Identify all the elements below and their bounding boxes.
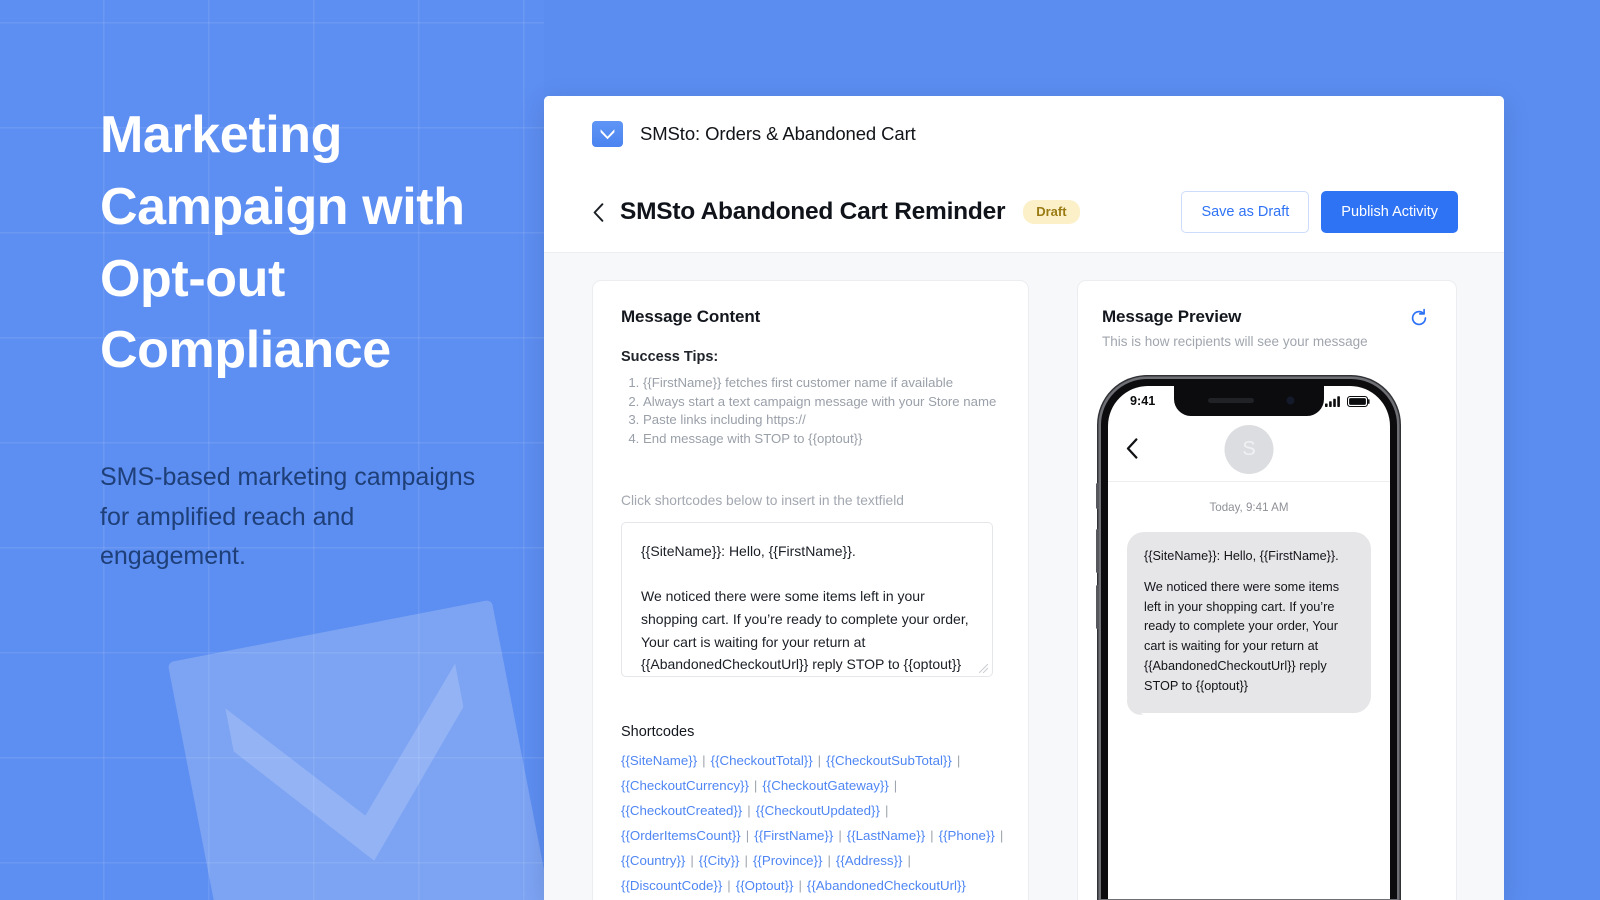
chevron-left-icon[interactable] bbox=[588, 200, 608, 224]
message-preview-subtitle: This is how recipients will see your mes… bbox=[1102, 334, 1368, 349]
message-preview-header: Message Preview This is how recipients w… bbox=[1102, 307, 1430, 349]
bubble-paragraph: {{SiteName}}: Hello, {{FirstName}}. bbox=[1144, 549, 1339, 563]
refresh-icon[interactable] bbox=[1408, 307, 1430, 329]
shortcode-separator: | bbox=[745, 827, 750, 843]
success-tips-label: Success Tips: bbox=[621, 349, 719, 365]
shortcode-chip[interactable]: {{Optout}} bbox=[736, 878, 794, 893]
phone-mockup: 9:41 S Today, 9:41 AM {{SiteName}}: Hell… bbox=[1095, 379, 1397, 899]
phone-mute-switch bbox=[1095, 483, 1099, 509]
content-area: Message Content Success Tips: {{FirstNam… bbox=[544, 252, 1504, 900]
battery-icon bbox=[1347, 395, 1370, 407]
page-title: SMSto Abandoned Cart Reminder bbox=[620, 198, 1006, 225]
chevron-left-icon[interactable] bbox=[1126, 438, 1138, 459]
shortcode-chip[interactable]: {{Phone}} bbox=[939, 828, 995, 843]
shortcode-separator: | bbox=[798, 877, 802, 893]
shortcode-separator: | bbox=[956, 752, 961, 768]
list-item: Paste links including https:// bbox=[643, 411, 1000, 430]
shortcode-separator: | bbox=[884, 802, 889, 818]
shortcode-chip[interactable]: {{FirstName}} bbox=[754, 828, 833, 843]
promo-subtitle: SMS-based marketing campaigns for amplif… bbox=[100, 463, 476, 570]
shortcode-chip[interactable]: {{City}} bbox=[699, 853, 740, 868]
success-tips-list: {{FirstName}} fetches first customer nam… bbox=[621, 374, 1000, 449]
message-preview-title: Message Preview bbox=[1102, 307, 1242, 326]
app-name: SMSto: Orders & Abandoned Cart bbox=[640, 123, 916, 144]
shortcode-chip[interactable]: {{CheckoutCreated}} bbox=[621, 803, 742, 818]
phone-screen: 9:41 S Today, 9:41 AM {{SiteName}}: Hell… bbox=[1108, 386, 1390, 899]
shortcodes-list: {{SiteName}} | {{CheckoutTotal}} | {{Checkou… bbox=[621, 749, 1021, 899]
avatar: S bbox=[1224, 425, 1274, 474]
conversation-timestamp: Today, 9:41 AM bbox=[1209, 501, 1289, 514]
shortcode-chip[interactable]: {{SiteName}} bbox=[621, 753, 697, 768]
shortcode-separator: | bbox=[753, 777, 758, 793]
shortcode-chip[interactable]: {{LastName}} bbox=[847, 828, 925, 843]
envelope-logo-icon bbox=[592, 121, 623, 147]
publish-activity-button[interactable]: Publish Activity bbox=[1321, 190, 1458, 234]
shortcode-chip[interactable]: {{Province}} bbox=[753, 853, 823, 868]
shortcode-separator: | bbox=[817, 752, 822, 768]
shortcode-chip[interactable]: {{CheckoutCurrency}} bbox=[621, 778, 749, 793]
cellular-signal-icon bbox=[1325, 395, 1340, 407]
shortcode-chip[interactable]: {{OrderItemsCount}} bbox=[621, 828, 741, 843]
bubble-paragraph: We noticed there were some items left in… bbox=[1144, 579, 1340, 693]
shortcode-separator: | bbox=[930, 827, 934, 843]
message-content-card: Message Content Success Tips: {{FirstNam… bbox=[592, 280, 1029, 900]
shortcode-separator: | bbox=[838, 827, 842, 843]
message-content-title: Message Content bbox=[621, 307, 761, 326]
phone-conversation-navbar: S bbox=[1108, 416, 1390, 482]
shortcode-chip[interactable]: {{AbandonedCheckoutUrl}} bbox=[807, 878, 966, 893]
shortcode-separator: | bbox=[827, 852, 831, 868]
promo-title: Marketing Campaign with Opt-out Complian… bbox=[100, 106, 465, 380]
app-bar: SMSto: Orders & Abandoned Cart bbox=[544, 96, 1504, 172]
shortcode-separator: | bbox=[702, 752, 706, 768]
insert-shortcode-hint: Click shortcodes below to insert in the … bbox=[621, 492, 904, 508]
shortcode-chip[interactable]: {{Address}} bbox=[836, 853, 903, 868]
promo-panel: Marketing Campaign with Opt-out Complian… bbox=[0, 0, 544, 900]
app-window: SMSto: Orders & Abandoned Cart SMSto Aba… bbox=[544, 96, 1504, 900]
message-bubble: {{SiteName}}: Hello, {{FirstName}}. We n… bbox=[1127, 532, 1371, 713]
page-header: SMSto Abandoned Cart Reminder Draft Save… bbox=[544, 172, 1504, 252]
shortcode-separator: | bbox=[747, 802, 751, 818]
shortcode-chip[interactable]: {{CheckoutUpdated}} bbox=[756, 803, 880, 818]
status-badge: Draft bbox=[1023, 200, 1080, 224]
list-item: End message with STOP to {{optout}} bbox=[643, 430, 1000, 449]
shortcode-separator: | bbox=[690, 852, 694, 868]
shortcode-chip[interactable]: {{Country}} bbox=[621, 853, 685, 868]
shortcode-chip[interactable]: {{DiscountCode}} bbox=[621, 878, 722, 893]
shortcode-separator: | bbox=[727, 877, 731, 893]
save-as-draft-button[interactable]: Save as Draft bbox=[1181, 190, 1310, 234]
message-textarea[interactable] bbox=[621, 521, 993, 677]
shortcode-separator: | bbox=[907, 852, 911, 868]
shortcodes-label: Shortcodes bbox=[621, 723, 695, 740]
message-textarea-wrapper bbox=[621, 521, 993, 677]
shortcode-separator: | bbox=[999, 827, 1004, 843]
shortcode-chip[interactable]: {{CheckoutSubTotal}} bbox=[826, 753, 952, 768]
phone-status-bar: 9:41 bbox=[1108, 386, 1390, 416]
envelope-flap bbox=[214, 644, 507, 900]
shortcode-chip[interactable]: {{CheckoutTotal}} bbox=[711, 753, 813, 768]
message-preview-card: Message Preview This is how recipients w… bbox=[1077, 280, 1457, 900]
phone-volume-up-button bbox=[1095, 529, 1099, 573]
shortcode-separator: | bbox=[893, 777, 898, 793]
list-item: {{FirstName}} fetches first customer nam… bbox=[643, 374, 1000, 393]
page-header-actions: Save as Draft Publish Activity bbox=[1181, 190, 1458, 234]
status-time: 9:41 bbox=[1130, 394, 1156, 408]
status-indicators bbox=[1325, 395, 1370, 407]
shortcode-separator: | bbox=[744, 852, 748, 868]
shortcode-chip[interactable]: {{CheckoutGateway}} bbox=[762, 778, 888, 793]
phone-volume-down-button bbox=[1095, 585, 1099, 629]
list-item: Always start a text campaign message wit… bbox=[643, 393, 1000, 412]
